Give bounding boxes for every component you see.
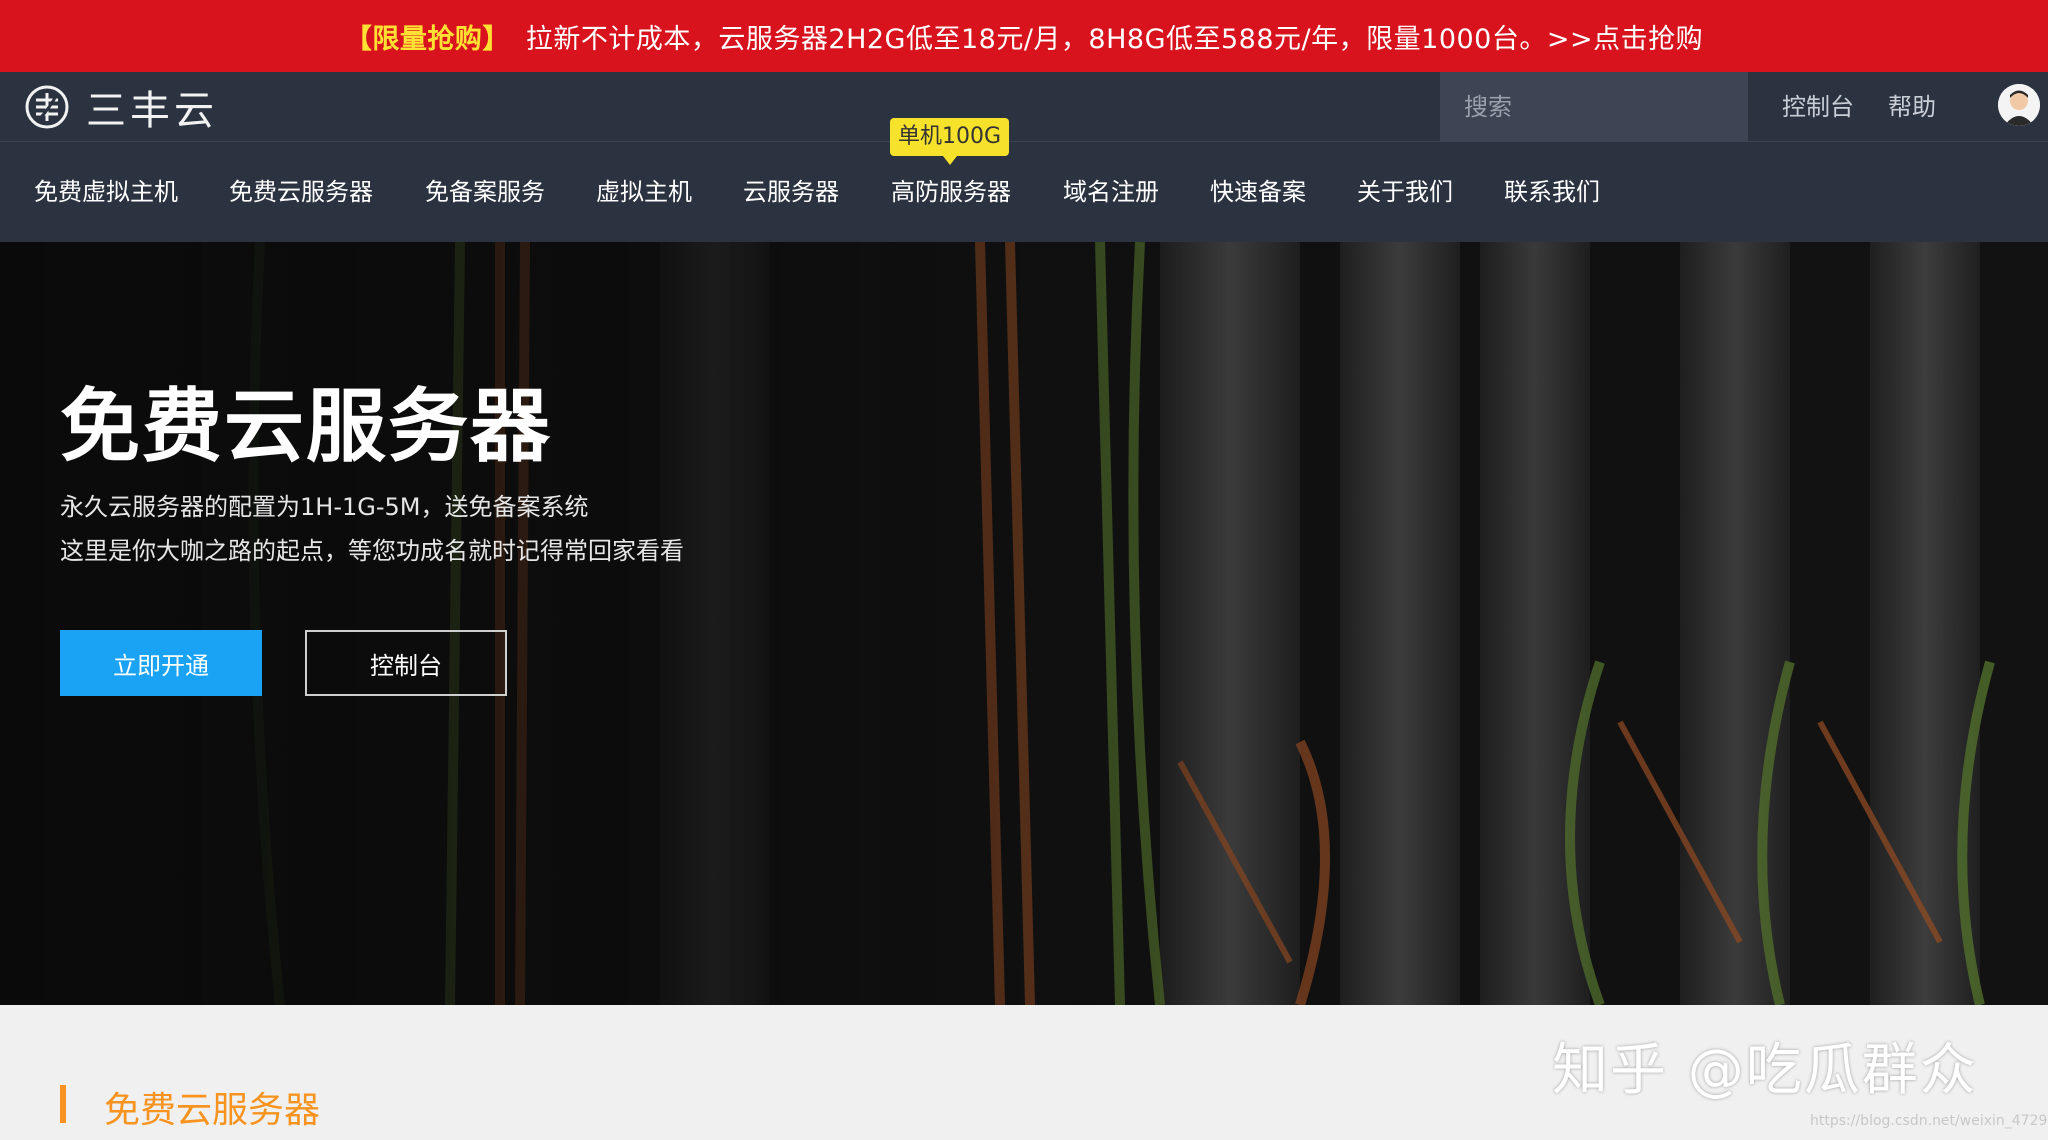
hero-overlay [0, 242, 2048, 1005]
watermark: 知乎 @吃瓜群众 [1552, 1038, 1978, 1103]
hero-subtitle-2: 这里是你大咖之路的起点，等您功成名就时记得常回家看看 [60, 537, 684, 565]
hero-title: 免费云服务器 [60, 380, 552, 473]
section-title: 免费云服务器 [104, 1090, 321, 1131]
search-input[interactable] [1464, 93, 1764, 121]
free-cloud-server-section: 免费云服务器 知乎 @吃瓜群众 https://blog.csdn.net/we… [0, 1005, 2048, 1140]
open-now-button[interactable]: 立即开通 [60, 630, 262, 696]
hero-subtitle-1: 永久云服务器的配置为1H-1G-5M，送免备案系统 [60, 493, 589, 521]
nav-item-domain-registration[interactable]: 域名注册 [1063, 172, 1159, 212]
promo-tag: 【限量抢购】 [344, 23, 510, 55]
help-link[interactable]: 帮助 [1888, 72, 1936, 142]
section-accent-bar [60, 1085, 66, 1123]
promo-banner[interactable]: 【限量抢购】 拉新不计成本，云服务器2H2G低至18元/月，8H8G低至588元… [0, 0, 2048, 72]
nav-item-about-us[interactable]: 关于我们 [1357, 172, 1453, 212]
nav-badge: 单机100G [890, 118, 1010, 165]
promo-message[interactable]: 拉新不计成本，云服务器2H2G低至18元/月，8H8G低至588元/年，限量10… [526, 17, 1703, 56]
watermark-url: https://blog.csdn.net/weixin_47293605 [1810, 1113, 2048, 1129]
logo-text: 三丰云 [86, 88, 218, 134]
nav-item-quick-filing[interactable]: 快速备案 [1210, 172, 1306, 212]
nav-item-virtual-host[interactable]: 虚拟主机 [596, 172, 692, 212]
nav-item-free-virtual-host[interactable]: 免费虚拟主机 [34, 172, 178, 212]
nav-item-contact-us[interactable]: 联系我们 [1504, 172, 1600, 212]
avatar[interactable] [1998, 84, 2040, 126]
top-header: 三丰云 控制台 帮助 [0, 72, 2048, 142]
logo[interactable]: 三丰云 [24, 84, 218, 134]
logo-mark-icon [25, 85, 69, 129]
search-box[interactable] [1440, 72, 1764, 142]
nav-item-cloud-server[interactable]: 云服务器 [743, 172, 839, 212]
console-button[interactable]: 控制台 [305, 630, 507, 696]
main-nav: 免费虚拟主机 免费云服务器 免备案服务 虚拟主机 云服务器 高防服务器 域名注册… [0, 142, 2048, 242]
nav-item-free-cloud-server[interactable]: 免费云服务器 [229, 172, 373, 212]
nav-item-no-filing-service[interactable]: 免备案服务 [425, 172, 545, 212]
user-avatar-icon [1998, 84, 2040, 126]
hero-banner: 免费云服务器 永久云服务器的配置为1H-1G-5M，送免备案系统 这里是你大咖之… [0, 242, 2048, 1005]
nav-item-ddos-server[interactable]: 高防服务器 [891, 172, 1011, 212]
console-link[interactable]: 控制台 [1782, 72, 1854, 142]
